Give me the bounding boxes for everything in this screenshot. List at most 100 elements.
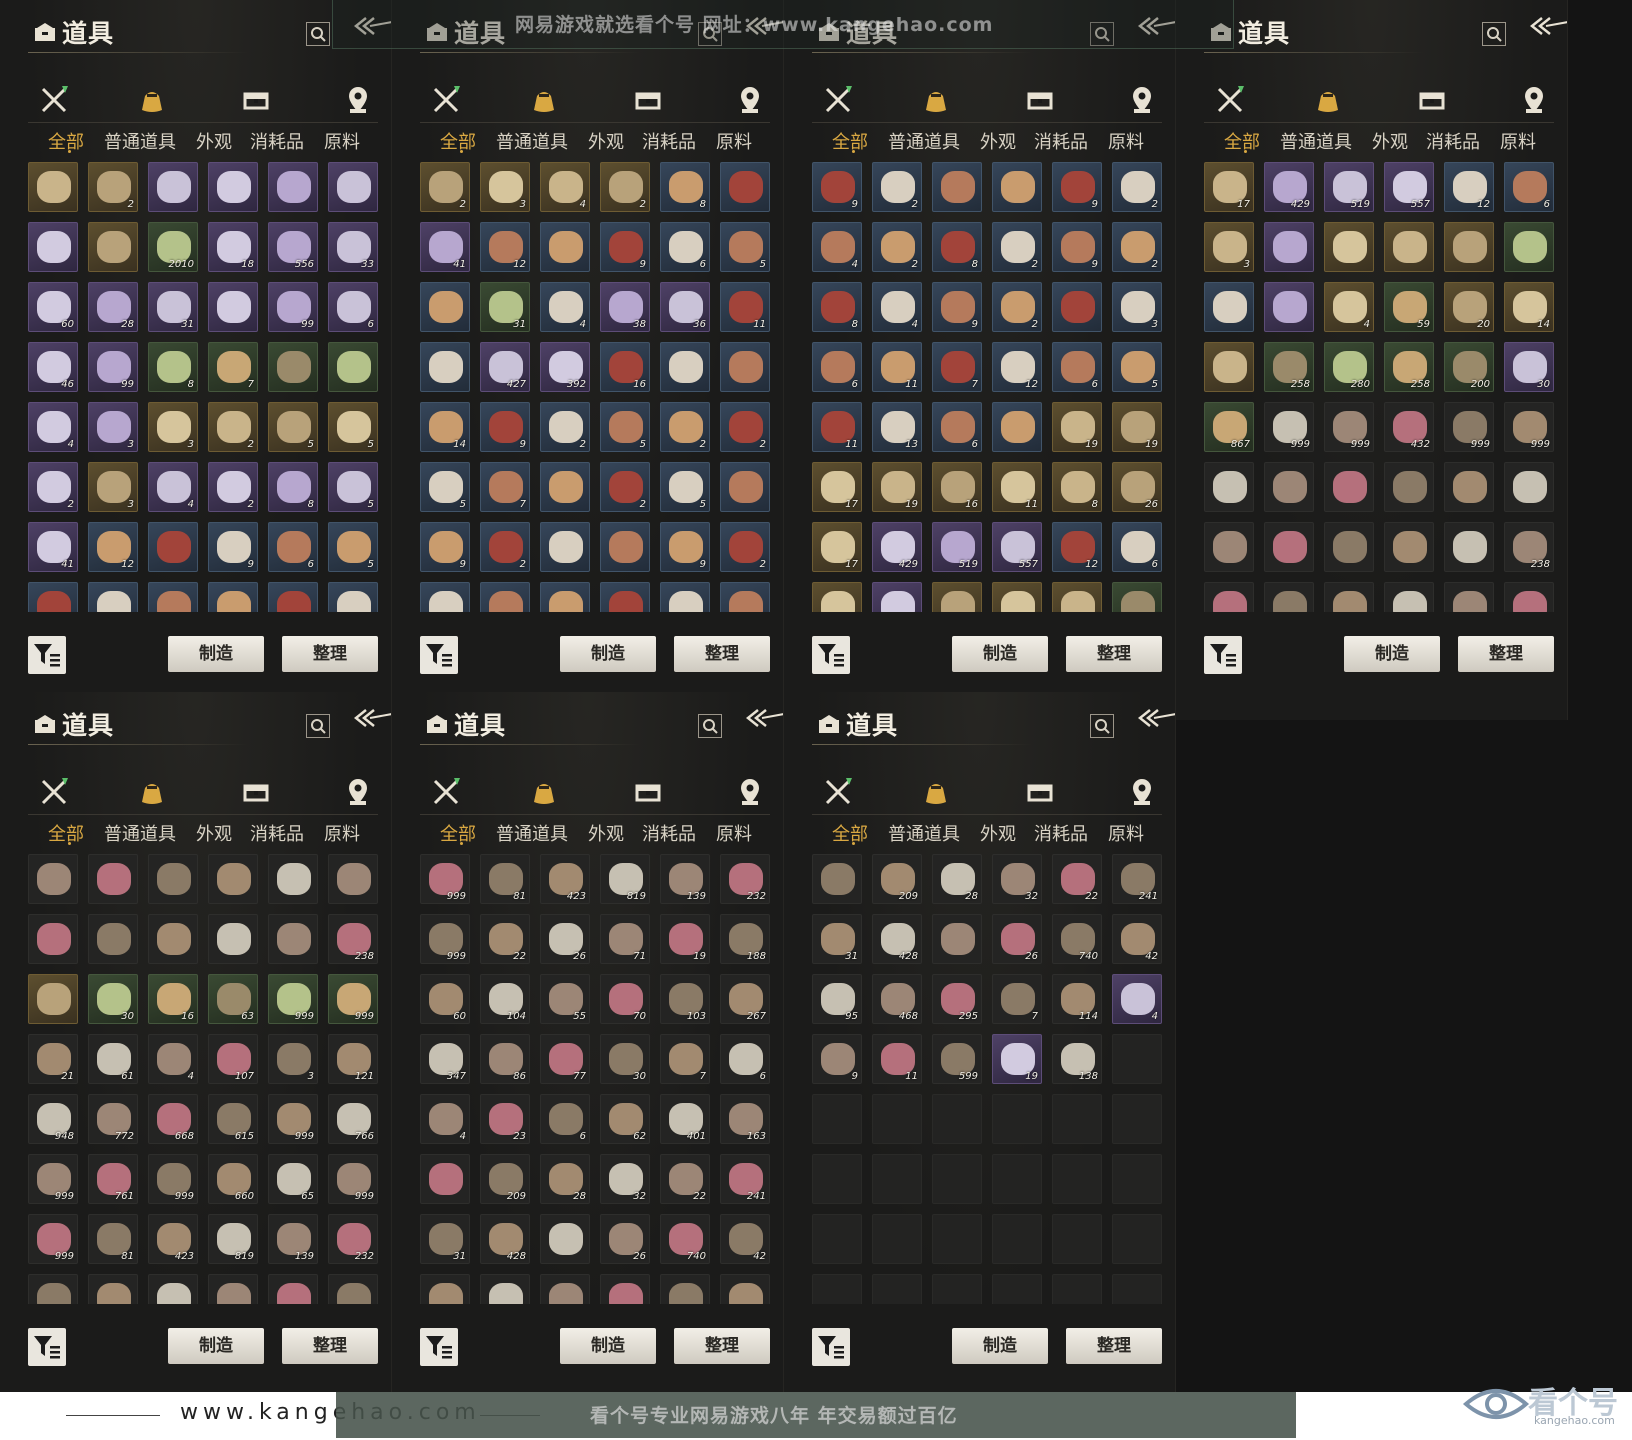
empty-slot[interactable] — [992, 1214, 1042, 1264]
empty-slot[interactable] — [812, 1094, 862, 1144]
item-slot[interactable] — [1384, 582, 1434, 612]
item-slot[interactable] — [660, 342, 710, 392]
subtab-4[interactable]: 原料 — [716, 820, 752, 846]
item-slot[interactable]: 31 — [480, 282, 530, 332]
item-slot[interactable]: 99 — [268, 282, 318, 332]
item-slot[interactable]: 103 — [660, 974, 710, 1024]
item-slot[interactable]: 9 — [480, 402, 530, 452]
item-slot[interactable]: 2 — [480, 522, 530, 572]
subtab-0[interactable]: 全部 — [48, 128, 84, 154]
item-slot[interactable] — [420, 1274, 470, 1304]
item-slot[interactable]: 8 — [660, 162, 710, 212]
item-slot[interactable]: 2 — [1112, 162, 1162, 212]
item-slot[interactable]: 4 — [540, 282, 590, 332]
item-slot[interactable]: 11 — [812, 402, 862, 452]
item-slot[interactable] — [992, 402, 1042, 452]
item-slot[interactable] — [1444, 222, 1494, 272]
item-slot[interactable]: 9 — [420, 522, 470, 572]
item-slot[interactable]: 5 — [1112, 342, 1162, 392]
item-slot[interactable]: 867 — [1204, 402, 1254, 452]
item-slot[interactable] — [28, 582, 78, 612]
item-slot[interactable]: 22 — [480, 914, 530, 964]
item-slot[interactable] — [992, 162, 1042, 212]
subtab-3[interactable]: 消耗品 — [1034, 128, 1088, 154]
category-chest-icon[interactable] — [1416, 84, 1448, 116]
item-slot[interactable]: 31 — [148, 282, 198, 332]
item-slot[interactable] — [208, 914, 258, 964]
make-button[interactable]: 制造 — [168, 1328, 264, 1364]
empty-slot[interactable] — [872, 1154, 922, 1204]
empty-slot[interactable] — [992, 1094, 1042, 1144]
item-slot[interactable] — [992, 582, 1042, 612]
item-slot[interactable]: 31 — [812, 914, 862, 964]
sort-button[interactable]: 整理 — [1458, 636, 1554, 672]
item-slot[interactable] — [932, 582, 982, 612]
item-slot[interactable] — [208, 162, 258, 212]
item-slot[interactable]: 5 — [600, 402, 650, 452]
filter-icon[interactable] — [1204, 636, 1242, 674]
item-slot[interactable]: 948 — [28, 1094, 78, 1144]
item-slot[interactable] — [1504, 582, 1554, 612]
item-slot[interactable] — [148, 854, 198, 904]
item-slot[interactable] — [268, 854, 318, 904]
item-slot[interactable]: 209 — [480, 1154, 530, 1204]
item-slot[interactable] — [872, 582, 922, 612]
subtab-1[interactable]: 普通道具 — [888, 128, 960, 154]
filter-icon[interactable] — [420, 636, 458, 674]
item-slot[interactable] — [932, 162, 982, 212]
item-slot[interactable]: 36 — [660, 282, 710, 332]
item-slot[interactable]: 8 — [268, 462, 318, 512]
item-slot[interactable]: 42 — [720, 1214, 770, 1264]
sort-button[interactable]: 整理 — [282, 636, 378, 672]
subtab-3[interactable]: 消耗品 — [642, 820, 696, 846]
item-slot[interactable]: 22 — [660, 1154, 710, 1204]
item-slot[interactable]: 26 — [992, 914, 1042, 964]
item-slot[interactable]: 668 — [148, 1094, 198, 1144]
item-slot[interactable]: 2 — [720, 402, 770, 452]
item-slot[interactable]: 999 — [1324, 402, 1374, 452]
item-slot[interactable]: 9 — [660, 522, 710, 572]
item-slot[interactable]: 12 — [992, 342, 1042, 392]
item-slot[interactable]: 4 — [812, 222, 862, 272]
make-button[interactable]: 制造 — [560, 1328, 656, 1364]
item-slot[interactable]: 114 — [1052, 974, 1102, 1024]
item-slot[interactable]: 999 — [28, 1274, 78, 1304]
item-slot[interactable]: 2 — [992, 222, 1042, 272]
item-slot[interactable]: 163 — [720, 1094, 770, 1144]
item-slot[interactable] — [268, 162, 318, 212]
category-chest-icon[interactable] — [1024, 84, 1056, 116]
empty-slot[interactable] — [992, 1274, 1042, 1304]
item-slot[interactable]: 107 — [208, 1034, 258, 1084]
search-icon[interactable] — [698, 714, 722, 738]
item-slot[interactable]: 428 — [872, 914, 922, 964]
item-slot[interactable] — [420, 1154, 470, 1204]
item-slot[interactable] — [148, 522, 198, 572]
item-slot[interactable] — [328, 582, 378, 612]
item-slot[interactable]: 200 — [1444, 342, 1494, 392]
item-slot[interactable]: 41 — [420, 222, 470, 272]
item-slot[interactable] — [1052, 582, 1102, 612]
item-slot[interactable]: 772 — [88, 1094, 138, 1144]
item-slot[interactable]: 5 — [328, 462, 378, 512]
item-slot[interactable]: 5 — [660, 462, 710, 512]
item-slot[interactable] — [28, 854, 78, 904]
item-slot[interactable]: 999 — [268, 974, 318, 1024]
item-slot[interactable] — [1444, 522, 1494, 572]
item-slot[interactable]: 6 — [1504, 162, 1554, 212]
item-slot[interactable]: 432 — [1384, 402, 1434, 452]
item-slot[interactable] — [720, 1274, 770, 1304]
item-slot[interactable]: 8 — [1052, 462, 1102, 512]
item-slot[interactable]: 3 — [88, 462, 138, 512]
item-slot[interactable] — [28, 914, 78, 964]
item-slot[interactable]: 258 — [1264, 342, 1314, 392]
item-slot[interactable]: 6 — [720, 1034, 770, 1084]
empty-slot[interactable] — [872, 1274, 922, 1304]
item-slot[interactable]: 4 — [540, 162, 590, 212]
make-button[interactable]: 制造 — [560, 636, 656, 672]
subtab-3[interactable]: 消耗品 — [1034, 820, 1088, 846]
item-slot[interactable]: 17 — [1204, 162, 1254, 212]
category-chest-icon[interactable] — [240, 84, 272, 116]
category-weapon-icon[interactable] — [822, 776, 854, 808]
item-slot[interactable]: 5 — [420, 462, 470, 512]
item-slot[interactable]: 12 — [88, 522, 138, 572]
